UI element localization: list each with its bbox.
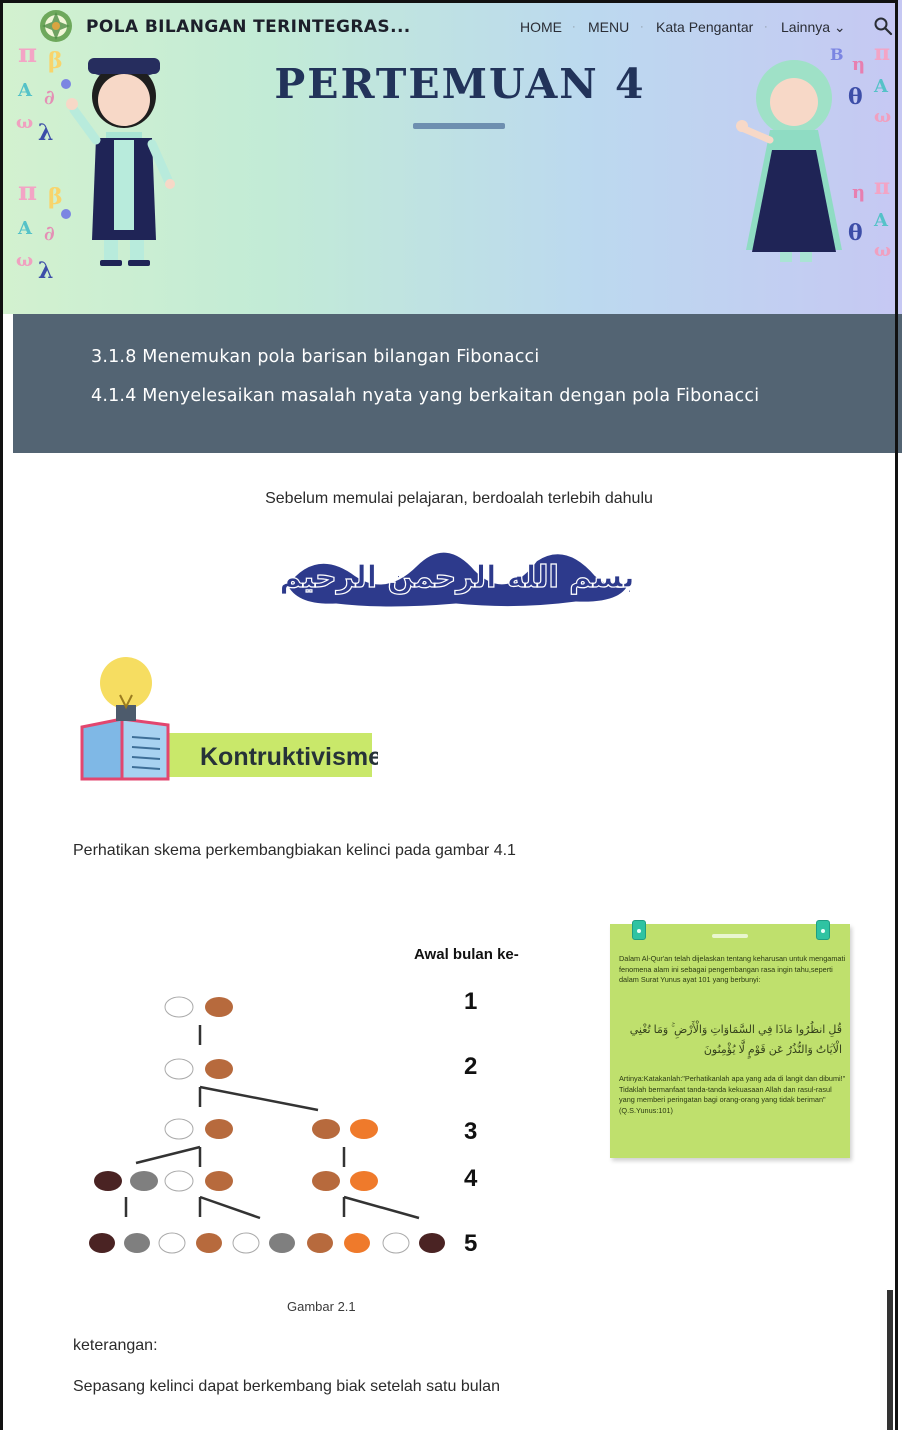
svg-text:λ: λ <box>38 258 53 284</box>
svg-text:π: π <box>18 177 37 207</box>
site-logo-icon[interactable] <box>38 8 74 44</box>
basmala-text: بسم الله الرحمن الرحيم <box>279 560 634 595</box>
top-navigation-bar: POLA BILANGAN TERINTEGRAS... HOME · MENU… <box>0 0 902 58</box>
rabbit-row <box>89 996 445 1254</box>
svg-text:π: π <box>874 174 890 200</box>
hero-banner: π β A ∂ ω λ π β A ∂ ω λ π η B A θ ω π η … <box>0 0 902 314</box>
svg-text:β: β <box>48 184 63 210</box>
nav-separator: · <box>640 21 644 33</box>
month-number: 5 <box>464 1230 478 1257</box>
svg-text:A: A <box>873 210 889 231</box>
nav-separator: · <box>572 21 576 33</box>
keterangan-text: Sepasang kelinci dapat berkembang biak s… <box>73 1378 500 1395</box>
keterangan-label: keterangan: <box>73 1337 158 1354</box>
site-title[interactable]: POLA BILANGAN TERINTEGRAS... <box>86 17 411 37</box>
quran-verse-arabic: قُلِ انظُرُوا مَاذَا فِي السَّمَاوَاتِ و… <box>629 1024 842 1056</box>
search-icon[interactable] <box>873 16 893 36</box>
nav-lainnya-dropdown[interactable]: Lainnya ⌄ <box>781 19 846 36</box>
svg-text:θ: θ <box>848 220 863 246</box>
nav-menu[interactable]: MENU <box>588 19 629 35</box>
intro-paragraph: Perhatikan skema perkembangbiakan kelinc… <box>73 842 516 859</box>
learning-objectives-panel: 3.1.8 Menemukan pola barisan bilangan Fi… <box>13 314 902 453</box>
month-number: 4 <box>464 1165 478 1192</box>
nav-separator: · <box>764 21 768 33</box>
page-title: PERTEMUAN 4 <box>274 60 646 108</box>
nav-kata-pengantar[interactable]: Kata Pengantar <box>656 19 753 35</box>
objective-item: 4.1.4 Menyelesaikan masalah nyata yang b… <box>91 386 760 406</box>
quran-note-card: Dalam Al-Qur'an telah dijelaskan tentang… <box>610 920 850 1158</box>
svg-text:η: η <box>852 182 865 203</box>
note-intro-text: Dalam Al-Qur'an telah dijelaskan tentang… <box>619 954 846 984</box>
svg-text:λ: λ <box>38 120 53 146</box>
note-decoration <box>712 934 748 938</box>
svg-text:ω: ω <box>16 250 33 271</box>
month-axis-label: Awal bulan ke- <box>414 946 519 963</box>
section-heading: Kontruktivisme <box>200 743 378 771</box>
prayer-instruction: Sebelum memulai pelajaran, berdoalah ter… <box>265 490 653 507</box>
pin-icon <box>816 920 830 940</box>
kontruktivisme-banner: Kontruktivisme <box>80 657 378 781</box>
figure-caption: Gambar 2.1 <box>287 1299 356 1314</box>
nav-home[interactable]: HOME <box>520 19 562 35</box>
pin-icon <box>632 920 646 940</box>
rabbit-breeding-diagram <box>89 996 445 1254</box>
objective-item: 3.1.8 Menemukan pola barisan bilangan Fi… <box>91 347 540 367</box>
scrollbar-thumb[interactable] <box>887 1290 893 1430</box>
title-underline <box>413 123 505 129</box>
svg-text:ω: ω <box>16 112 33 133</box>
month-number: 2 <box>464 1053 478 1080</box>
basmala-calligraphy-image: بسم الله الرحمن الرحيم <box>279 549 635 610</box>
svg-text:∂: ∂ <box>44 221 55 245</box>
note-translation-text: Artinya:Katakanlah:"Perhatikanlah apa ya… <box>619 1074 846 1115</box>
svg-text:ω: ω <box>874 106 891 127</box>
svg-text:ω: ω <box>874 240 891 261</box>
month-number: 1 <box>464 988 478 1015</box>
month-number: 3 <box>464 1118 478 1145</box>
svg-text:A: A <box>17 218 33 239</box>
